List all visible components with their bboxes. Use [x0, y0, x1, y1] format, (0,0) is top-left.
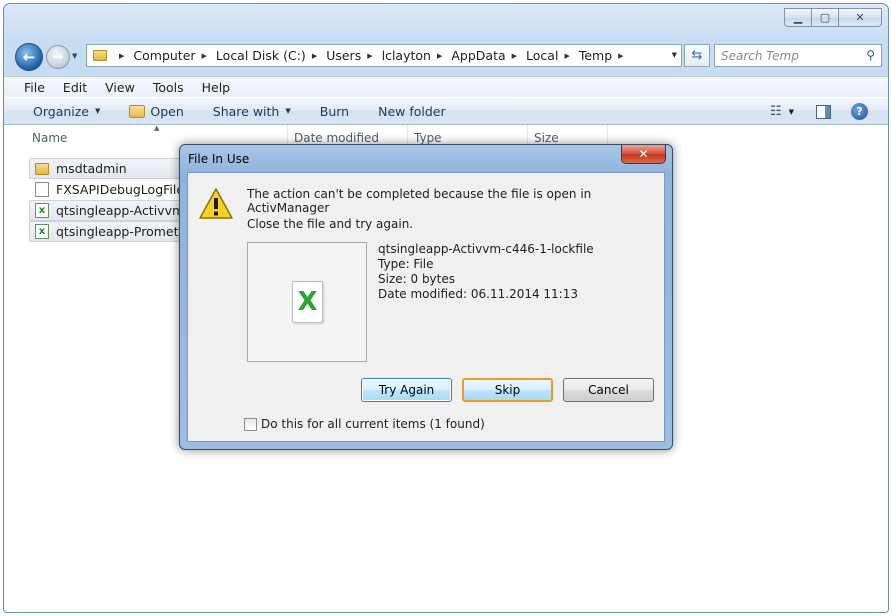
- apply-to-all-checkbox-row[interactable]: Do this for all current items (1 found): [244, 417, 485, 431]
- close-button[interactable]: ✕: [838, 8, 882, 27]
- folder-icon: [93, 50, 107, 61]
- minimize-icon: ▁: [793, 11, 803, 24]
- maximize-button[interactable]: ▢: [811, 8, 838, 27]
- burn-button[interactable]: Burn: [320, 104, 349, 119]
- excel-icon: x: [35, 224, 49, 239]
- back-button[interactable]: ←: [15, 43, 43, 71]
- excel-icon: X: [292, 281, 323, 323]
- breadcrumb-user[interactable]: lclayton ▶: [382, 48, 452, 63]
- file-info: qtsingleapp-Activvm-c446-1-lockfile Type…: [378, 242, 594, 302]
- chevron-right-icon[interactable]: ▶: [512, 52, 517, 60]
- refresh-icon: ⇆: [691, 48, 703, 63]
- breadcrumb-temp[interactable]: Temp ▶: [579, 48, 633, 63]
- dialog-instruction: Close the file and try again.: [247, 217, 414, 231]
- dialog-close-button[interactable]: ✕: [621, 145, 666, 164]
- maximize-icon: ▢: [819, 11, 831, 24]
- breadcrumb-users[interactable]: Users ▶: [326, 48, 381, 63]
- menu-view[interactable]: View: [96, 80, 144, 95]
- file-date-modified: Date modified: 06.11.2014 11:13: [378, 287, 578, 301]
- file-type: Type: File: [378, 257, 434, 271]
- chevron-right-icon[interactable]: ▶: [618, 52, 623, 60]
- chevron-right-icon[interactable]: ▶: [564, 52, 569, 60]
- sort-up-icon: ▲: [154, 124, 160, 132]
- address-dropdown[interactable]: ▼: [672, 51, 677, 59]
- address-row: ← → ▼ ▶ Computer ▶ Local Disk (C:) ▶ Users…: [4, 38, 888, 76]
- help-icon[interactable]: ?: [851, 103, 868, 120]
- views-dropdown[interactable]: ▼: [789, 108, 794, 116]
- menu-tools[interactable]: Tools: [144, 80, 193, 95]
- file-icon: [35, 182, 49, 197]
- excel-icon: x: [35, 203, 49, 218]
- folder-icon: [35, 162, 49, 175]
- chevron-right-icon[interactable]: ▶: [202, 52, 207, 60]
- apply-to-all-checkbox[interactable]: [244, 417, 257, 431]
- apply-to-all-label[interactable]: Do this for all current items (1 found): [261, 417, 485, 431]
- arrow-right-icon: →: [52, 49, 64, 65]
- chevron-right-icon[interactable]: ▶: [437, 52, 442, 60]
- menu-edit[interactable]: Edit: [54, 80, 96, 95]
- views-icon[interactable]: ☷: [770, 104, 782, 119]
- chevron-right-icon: ▶: [119, 51, 125, 60]
- organize-button[interactable]: Organize ▼: [33, 104, 100, 119]
- close-icon: ✕: [855, 11, 865, 24]
- recent-pages-dropdown[interactable]: ▼: [72, 52, 77, 60]
- breadcrumb-appdata[interactable]: AppData ▶: [451, 48, 526, 63]
- file-size: Size: 0 bytes: [378, 272, 455, 286]
- close-icon: ✕: [638, 147, 649, 161]
- breadcrumb-local[interactable]: Local ▶: [526, 48, 579, 63]
- arrow-left-icon: ←: [22, 48, 36, 66]
- chevron-down-icon: ▼: [285, 107, 291, 115]
- menu-help[interactable]: Help: [193, 80, 240, 95]
- open-button[interactable]: Open: [129, 104, 184, 119]
- breadcrumb-local-disk[interactable]: Local Disk (C:) ▶: [216, 48, 326, 63]
- menu-bar: File Edit View Tools Help: [4, 76, 888, 97]
- search-input[interactable]: Search Temp ⚲: [714, 44, 882, 67]
- refresh-button[interactable]: ⇆: [684, 44, 710, 67]
- file-in-use-dialog: File In Use ✕ The action can't be comple…: [179, 144, 673, 450]
- preview-pane-icon[interactable]: [816, 104, 831, 119]
- command-bar: Organize ▼ Open Share with ▼ Burn New fold…: [4, 97, 888, 125]
- dialog-body: The action can't be completed because th…: [187, 172, 665, 442]
- dialog-message: The action can't be completed because th…: [247, 187, 592, 215]
- chevron-right-icon[interactable]: ▶: [367, 52, 372, 60]
- window-controls: ▁ ▢ ✕: [784, 8, 882, 27]
- open-folder-icon: [129, 104, 146, 118]
- warning-icon: [199, 188, 233, 219]
- share-with-button[interactable]: Share with ▼: [213, 104, 291, 119]
- new-folder-button[interactable]: New folder: [378, 104, 446, 119]
- file-thumbnail: X: [247, 242, 367, 362]
- try-again-button[interactable]: Try Again: [361, 378, 452, 402]
- address-bar[interactable]: ▶ Computer ▶ Local Disk (C:) ▶ Users ▶ lcla…: [86, 44, 682, 67]
- skip-button[interactable]: Skip: [462, 378, 553, 402]
- breadcrumb-computer[interactable]: Computer ▶: [133, 48, 216, 63]
- file-name: qtsingleapp-Activvm-c446-1-lockfile: [378, 242, 594, 256]
- chevron-down-icon: ▼: [95, 107, 101, 115]
- chevron-right-icon[interactable]: ▶: [312, 52, 317, 60]
- menu-file[interactable]: File: [4, 80, 54, 95]
- search-icon[interactable]: ⚲: [866, 48, 875, 62]
- cancel-button[interactable]: Cancel: [563, 378, 654, 402]
- minimize-button[interactable]: ▁: [784, 8, 811, 27]
- forward-button[interactable]: →: [46, 45, 70, 69]
- dialog-title: File In Use: [188, 152, 250, 166]
